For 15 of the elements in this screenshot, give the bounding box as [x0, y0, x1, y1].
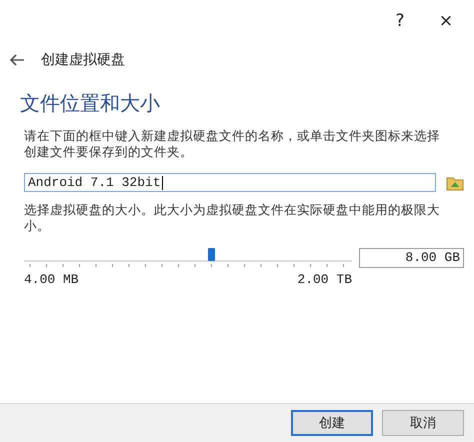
- close-button[interactable]: ×: [426, 11, 466, 31]
- create-button[interactable]: 创建: [291, 410, 373, 436]
- help-button[interactable]: ?: [380, 11, 420, 31]
- location-description: 请在下面的框中键入新建虚拟硬盘文件的名称，或单击文件夹图标来选择创建文件要保存到的文件夹。: [24, 128, 441, 160]
- folder-icon[interactable]: [446, 174, 464, 190]
- wizard-title: 创建虚拟硬盘: [41, 51, 125, 69]
- section-heading: 文件位置和大小: [20, 90, 161, 117]
- min-size-label: 4.00 MB: [24, 272, 79, 287]
- back-arrow-icon[interactable]: [9, 54, 25, 66]
- cancel-button[interactable]: 取消: [382, 410, 464, 436]
- size-description: 选择虚拟硬盘的大小。此大小为虚拟硬盘文件在实际硬盘中能用的极限大小。: [24, 202, 441, 234]
- file-name-field[interactable]: Android 7.1 32bit: [24, 173, 436, 192]
- size-field[interactable]: 8.00 GB: [359, 248, 464, 268]
- max-size-label: 2.00 TB: [297, 272, 352, 287]
- slider-thumb[interactable]: [208, 248, 215, 261]
